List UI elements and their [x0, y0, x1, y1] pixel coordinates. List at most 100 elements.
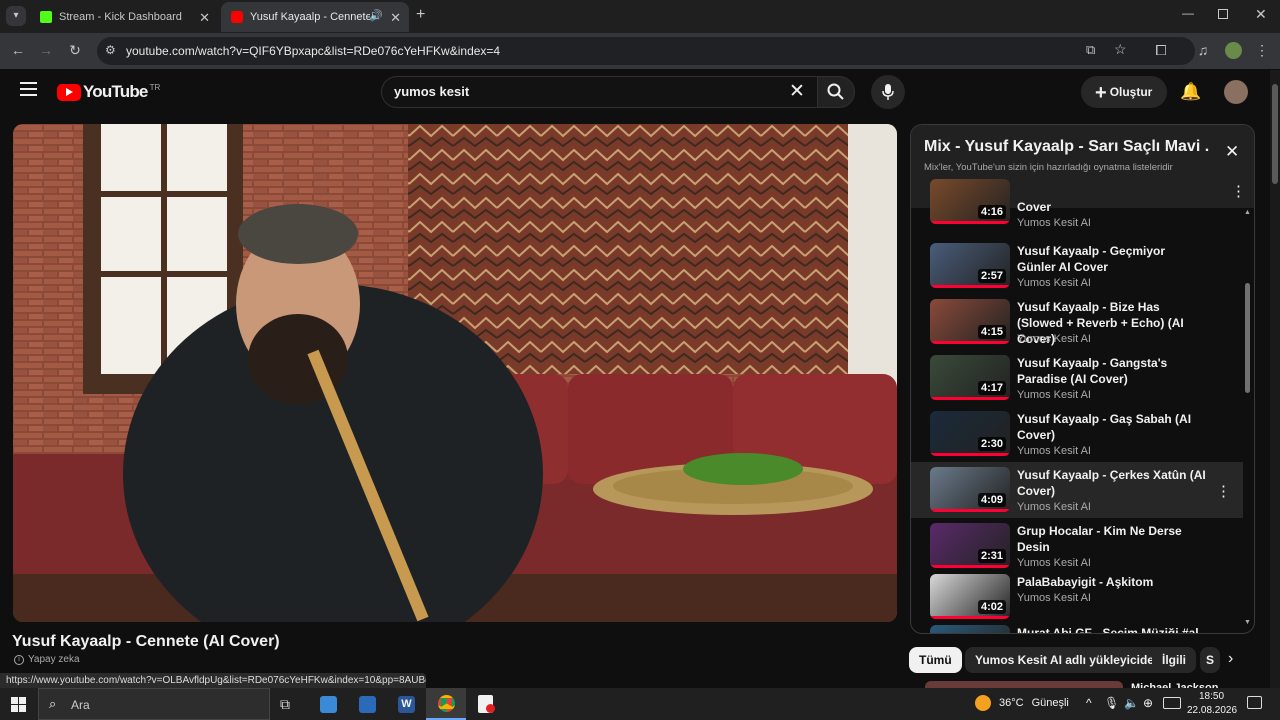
search-icon: ⌕	[49, 696, 57, 711]
tray-chevron-icon[interactable]: ^	[1086, 696, 1092, 710]
maximize-button[interactable]	[1218, 9, 1228, 19]
video-item-channel[interactable]: Yumos Kesit AI	[1017, 592, 1091, 604]
speaker-icon[interactable]: 🔊	[369, 9, 383, 22]
notifications-bell-icon[interactable]: 🔔	[1180, 82, 1201, 102]
media-control-icon[interactable]: ♫	[1194, 42, 1212, 58]
tab-kick-dashboard[interactable]: Stream - Kick Dashboard ✕	[30, 2, 218, 32]
video-thumbnail[interactable]	[930, 625, 1010, 633]
scroll-down-arrow[interactable]: ▼	[1244, 619, 1251, 626]
video-item-channel[interactable]: Yumos Kesit AI	[1017, 557, 1091, 569]
back-icon[interactable]: ←	[9, 42, 27, 58]
watched-progress-bar	[930, 221, 1010, 224]
new-tab-button[interactable]: +	[416, 6, 425, 24]
store-icon[interactable]	[359, 696, 376, 713]
playlist-item[interactable]: 4:15 Yusuf Kayaalp - Bize Has (Slowed + R…	[911, 299, 1243, 355]
playlist-item[interactable]: 2:31 Grup Hocalar - Kim Ne Derse Desin Yum…	[911, 523, 1243, 579]
video-thumbnail[interactable]: 4:15	[930, 299, 1010, 344]
chrome-taskbar-button[interactable]	[426, 688, 466, 720]
minimize-button[interactable]: —	[1182, 6, 1194, 20]
video-item-title[interactable]: Yusuf Kayaalp - Gangsta's Paradise (AI C…	[1017, 355, 1207, 387]
tab-search-button[interactable]: ▾	[6, 6, 26, 26]
playlist-item[interactable]: 2:30 Yusuf Kayaalp - Gaş Sabah (AI Cover)…	[911, 411, 1243, 467]
chip-all[interactable]: Tümü	[909, 647, 962, 673]
video-item-channel[interactable]: Yumos Kesit AI	[1017, 389, 1091, 401]
account-avatar[interactable]	[1224, 80, 1248, 104]
app-icon-1[interactable]	[320, 696, 337, 713]
clock-date[interactable]: 22.08.2026	[1187, 705, 1237, 716]
clear-search-icon[interactable]: ✕	[789, 80, 805, 103]
forward-icon[interactable]: →	[37, 42, 55, 58]
playlist-item[interactable]: Murat Abi GF - Seçim Müziği #al	[911, 625, 1243, 633]
volume-icon[interactable]: 🔈	[1124, 696, 1139, 710]
voice-search-button[interactable]	[871, 75, 905, 109]
video-item-title[interactable]: Yusuf Kayaalp - Çerkes Xatûn (AI Cover)	[1017, 467, 1207, 499]
video-thumbnail[interactable]: 4:17	[930, 355, 1010, 400]
playlist-item[interactable]: 4:09 Yusuf Kayaalp - Çerkes Xatûn (AI Cov…	[911, 462, 1243, 518]
extensions-icon[interactable]: ⧠	[1152, 42, 1170, 58]
video-thumbnail[interactable]: 4:02	[930, 574, 1010, 619]
playlist-item[interactable]: 2:57 Yusuf Kayaalp - Geçmiyor Günler AI C…	[911, 243, 1243, 299]
reload-icon[interactable]: ↻	[66, 42, 84, 58]
keyboard-icon[interactable]	[1163, 697, 1181, 709]
window-close-button[interactable]: ✕	[1255, 6, 1267, 23]
video-item-channel[interactable]: Yumos Kesit AI	[1017, 445, 1091, 457]
scroll-up-arrow[interactable]: ▲	[1244, 209, 1251, 216]
video-item-title[interactable]: Grup Hocalar - Kim Ne Derse Desin	[1017, 523, 1207, 555]
scrollbar-thumb[interactable]	[1245, 283, 1250, 393]
network-icon[interactable]: ⊕	[1143, 696, 1153, 710]
bookmark-star-icon[interactable]: ☆	[1114, 41, 1127, 58]
search-input[interactable]: yumos kesit ✕	[381, 76, 818, 108]
video-item-title[interactable]: Yusuf Kayaalp - Geçmiyor Günler AI Cover	[1017, 243, 1207, 275]
video-thumbnail[interactable]: 2:31	[930, 523, 1010, 568]
notification-center-icon[interactable]	[1247, 696, 1262, 709]
close-icon[interactable]: ✕	[390, 10, 401, 26]
playlist-item[interactable]: 4:02 PalaBabayigit - Aşkitom Yumos Kesit A…	[911, 574, 1243, 630]
profile-avatar[interactable]	[1225, 42, 1242, 59]
word-icon[interactable]: W	[398, 696, 415, 713]
playlist-title[interactable]: Mix - Yusuf Kayaalp - Sarı Saçlı Mavi ..…	[924, 138, 1209, 156]
video-item-title[interactable]: Cover	[1017, 199, 1207, 215]
hamburger-menu-icon[interactable]	[20, 82, 37, 96]
playlist-more-icon[interactable]: ⋮	[1231, 182, 1246, 200]
search-button[interactable]	[817, 76, 855, 108]
close-playlist-icon[interactable]: ✕	[1225, 142, 1239, 162]
install-app-icon[interactable]: ⧉	[1086, 42, 1095, 58]
address-bar[interactable]: ⚙ youtube.com/watch?v=QIF6YBpxapc&list=R…	[97, 37, 1195, 65]
tab-youtube-video[interactable]: Yusuf Kayaalp - Cennete (AI 🔊 ✕	[221, 2, 409, 32]
chevron-right-icon[interactable]: ›	[1228, 650, 1233, 668]
video-item-title[interactable]: Murat Abi GF - Seçim Müziği #al	[1017, 625, 1207, 633]
page-scrollbar[interactable]	[1270, 70, 1280, 688]
chip-more[interactable]: S	[1200, 647, 1220, 673]
item-more-icon[interactable]: ⋮	[1216, 482, 1231, 500]
video-thumbnail[interactable]: 4:16	[930, 179, 1010, 224]
chip-related[interactable]: İlgili	[1152, 647, 1196, 673]
video-item-channel[interactable]: Yumos Kesit AI	[1017, 333, 1091, 345]
create-button[interactable]: + Oluştur	[1081, 76, 1167, 108]
weather-widget[interactable]: 36°C Güneşli	[975, 695, 1069, 711]
video-thumbnail[interactable]: 2:57	[930, 243, 1010, 288]
windows-start-icon[interactable]	[11, 697, 26, 712]
chip-uploader[interactable]: Yumos Kesit AI adlı yükleyiciden	[965, 647, 1172, 673]
app-icon-2[interactable]	[478, 695, 495, 713]
scrollbar-track[interactable]: ▲ ▼	[1244, 209, 1252, 631]
youtube-play-icon	[57, 83, 81, 101]
video-item-channel[interactable]: Yumos Kesit AI	[1017, 277, 1091, 289]
video-item-channel[interactable]: Yumos Kesit AI	[1017, 501, 1091, 513]
taskbar-search-input[interactable]: ⌕ Ara	[38, 688, 270, 720]
page-scrollbar-thumb[interactable]	[1272, 84, 1278, 184]
task-view-icon[interactable]: ⧉	[280, 696, 290, 713]
youtube-logo[interactable]: YouTube TR	[57, 82, 160, 102]
clock-time[interactable]: 18:50	[1199, 691, 1224, 702]
microphone-tray-icon[interactable]: 🎙	[1104, 696, 1119, 710]
video-item-channel[interactable]: Yumos Kesit AI	[1017, 217, 1091, 229]
playlist-item[interactable]: 4:17 Yusuf Kayaalp - Gangsta's Paradise (…	[911, 355, 1243, 411]
ai-content-badge[interactable]: i Yapay zeka	[14, 654, 80, 665]
video-thumbnail[interactable]: 4:09	[930, 467, 1010, 512]
close-icon[interactable]: ✕	[199, 10, 210, 26]
video-item-title[interactable]: Yusuf Kayaalp - Gaş Sabah (AI Cover)	[1017, 411, 1207, 443]
video-thumbnail[interactable]: 2:30	[930, 411, 1010, 456]
menu-dots-icon[interactable]: ⋮	[1253, 42, 1271, 58]
video-item-title[interactable]: PalaBabayigit - Aşkitom	[1017, 574, 1207, 590]
video-player[interactable]	[13, 124, 897, 622]
site-info-icon[interactable]: ⚙	[105, 43, 116, 57]
